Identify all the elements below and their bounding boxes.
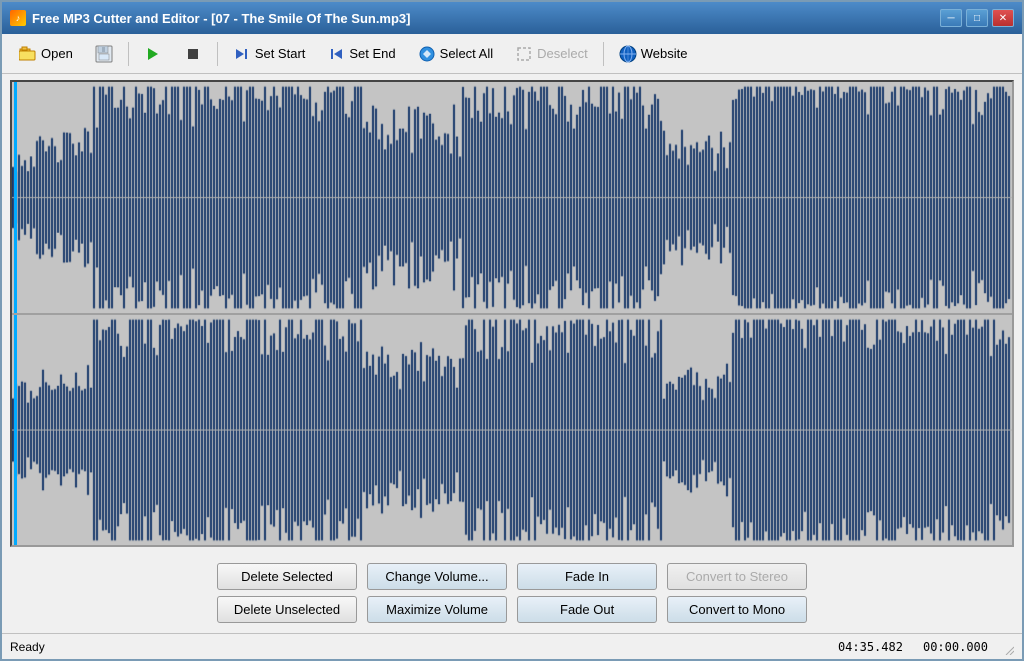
open-icon bbox=[19, 45, 37, 63]
stop-icon bbox=[184, 45, 202, 63]
deselect-button[interactable]: Deselect bbox=[506, 41, 597, 67]
delete-selected-button[interactable]: Delete Selected bbox=[217, 563, 357, 590]
waveform-canvas-top bbox=[12, 82, 1012, 313]
set-start-icon bbox=[233, 45, 251, 63]
website-button[interactable]: Website bbox=[610, 41, 697, 67]
fade-in-button[interactable]: Fade In bbox=[517, 563, 657, 590]
separator-3 bbox=[603, 42, 604, 66]
separator-1 bbox=[128, 42, 129, 66]
select-all-icon bbox=[418, 45, 436, 63]
status-time-2: 00:00.000 bbox=[923, 640, 988, 654]
status-text: Ready bbox=[10, 640, 838, 654]
title-controls: ─ □ ✕ bbox=[940, 9, 1014, 27]
main-window: ♪ Free MP3 Cutter and Editor - [07 - The… bbox=[0, 0, 1024, 661]
open-button[interactable]: Open bbox=[10, 41, 82, 67]
waveform-channel-top[interactable] bbox=[12, 82, 1012, 315]
set-end-icon bbox=[327, 45, 345, 63]
set-end-label: Set End bbox=[349, 46, 395, 61]
fade-out-button[interactable]: Fade Out bbox=[517, 596, 657, 623]
button-row-2: Delete Unselected Maximize Volume Fade O… bbox=[14, 596, 1010, 623]
convert-to-mono-button[interactable]: Convert to Mono bbox=[667, 596, 807, 623]
select-all-button[interactable]: Select All bbox=[409, 41, 502, 67]
status-time: 04:35.482 00:00.000 bbox=[838, 640, 988, 654]
website-label: Website bbox=[641, 46, 688, 61]
website-icon bbox=[619, 45, 637, 63]
save-icon bbox=[95, 45, 113, 63]
open-label: Open bbox=[41, 46, 73, 61]
maximize-button[interactable]: □ bbox=[966, 9, 988, 27]
buttons-area: Delete Selected Change Volume... Fade In… bbox=[2, 553, 1022, 633]
convert-to-stereo-button[interactable]: Convert to Stereo bbox=[667, 563, 807, 590]
title-bar: ♪ Free MP3 Cutter and Editor - [07 - The… bbox=[2, 2, 1022, 34]
playhead bbox=[14, 82, 17, 313]
stop-button[interactable] bbox=[175, 41, 211, 67]
title-bar-left: ♪ Free MP3 Cutter and Editor - [07 - The… bbox=[10, 10, 411, 26]
close-button[interactable]: ✕ bbox=[992, 9, 1014, 27]
deselect-icon bbox=[515, 45, 533, 63]
change-volume-button[interactable]: Change Volume... bbox=[367, 563, 507, 590]
waveform-channel-bottom[interactable] bbox=[12, 315, 1012, 546]
window-title: Free MP3 Cutter and Editor - [07 - The S… bbox=[32, 11, 411, 26]
maximize-volume-button[interactable]: Maximize Volume bbox=[367, 596, 507, 623]
separator-2 bbox=[217, 42, 218, 66]
set-start-label: Set Start bbox=[255, 46, 306, 61]
app-icon: ♪ bbox=[10, 10, 26, 26]
play-button[interactable] bbox=[135, 41, 171, 67]
waveform-canvas-bottom bbox=[12, 315, 1012, 546]
button-row-1: Delete Selected Change Volume... Fade In… bbox=[14, 563, 1010, 590]
deselect-label: Deselect bbox=[537, 46, 588, 61]
set-start-button[interactable]: Set Start bbox=[224, 41, 315, 67]
play-icon bbox=[144, 45, 162, 63]
toolbar: Open bbox=[2, 34, 1022, 74]
playhead-bottom bbox=[14, 315, 17, 546]
waveform-container[interactable] bbox=[10, 80, 1014, 547]
set-end-button[interactable]: Set End bbox=[318, 41, 404, 67]
resize-grip bbox=[998, 639, 1014, 655]
delete-unselected-button[interactable]: Delete Unselected bbox=[217, 596, 357, 623]
minimize-button[interactable]: ─ bbox=[940, 9, 962, 27]
status-bar: Ready 04:35.482 00:00.000 bbox=[2, 633, 1022, 659]
status-time-1: 04:35.482 bbox=[838, 640, 903, 654]
save-button[interactable] bbox=[86, 41, 122, 67]
select-all-label: Select All bbox=[440, 46, 493, 61]
